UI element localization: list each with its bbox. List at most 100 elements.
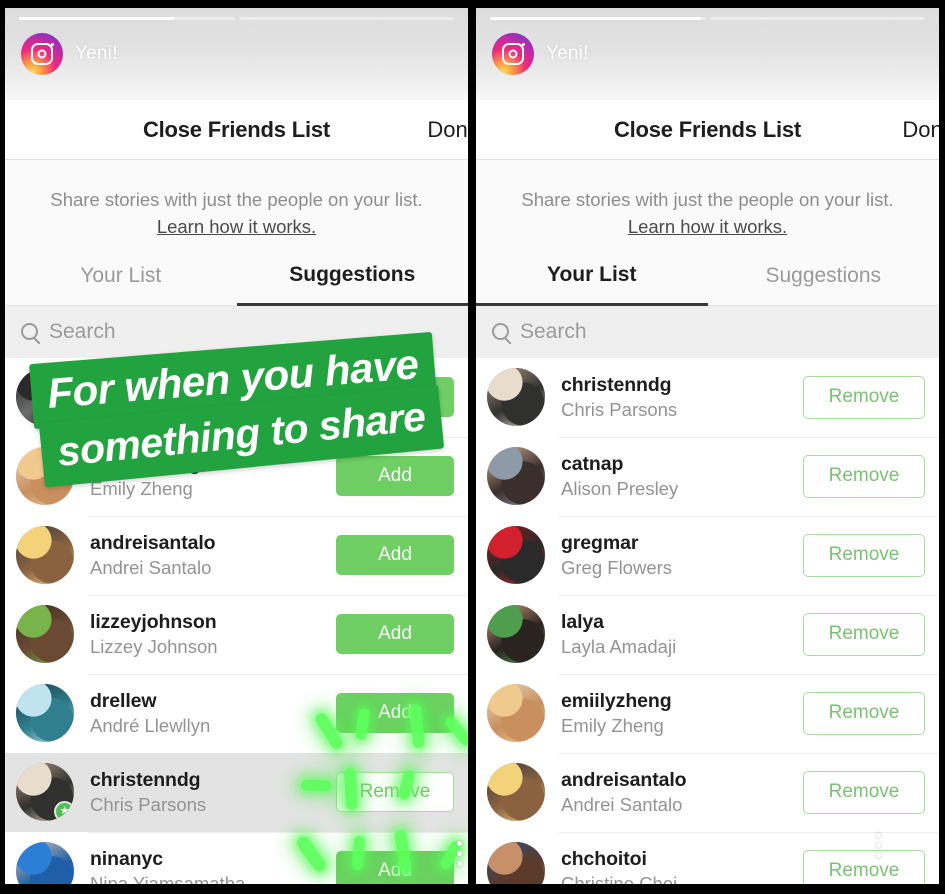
- avatar: [487, 684, 545, 743]
- fullname: Lizzey Johnson: [90, 635, 218, 657]
- learn-how-it-works-link[interactable]: Learn how it works.: [628, 216, 787, 238]
- fullname: Emily Zheng: [561, 714, 664, 736]
- fullname: Alison Presley: [561, 477, 679, 499]
- search-input[interactable]: Search: [520, 320, 587, 344]
- add-button[interactable]: Add: [336, 614, 454, 655]
- avatar: [487, 763, 545, 822]
- phone-panel-left: Yeni! Close Friends List Done Share stories…: [5, 8, 468, 888]
- remove-button[interactable]: Remove: [803, 375, 925, 419]
- story-header: Yeni!: [5, 8, 468, 100]
- remove-button[interactable]: Remove: [336, 772, 454, 813]
- tab-suggestions[interactable]: Suggestions: [707, 248, 939, 306]
- add-button[interactable]: Add: [336, 535, 454, 576]
- add-button[interactable]: Add: [336, 851, 454, 888]
- phone-panel-right: Yeni! Close Friends List Done Share stories…: [476, 8, 939, 888]
- story-progress-segment[interactable]: [238, 17, 454, 20]
- three-dot-vertical-menu-icon[interactable]: [876, 833, 881, 858]
- close-friends-star-badge-icon: ★: [54, 801, 74, 822]
- avatar: [16, 605, 74, 664]
- fullname: Andrei Santalo: [561, 793, 683, 815]
- info-description: Share stories with just the people on yo…: [50, 189, 423, 210]
- story-progress-segment[interactable]: [709, 17, 925, 20]
- brand-row: Yeni!: [476, 21, 939, 75]
- username: lalya: [561, 610, 604, 633]
- done-button[interactable]: Done: [902, 117, 939, 143]
- avatar: [16, 526, 74, 585]
- tab-your-list[interactable]: Your List: [5, 248, 237, 306]
- remove-button[interactable]: Remove: [803, 849, 925, 888]
- avatar: [16, 842, 74, 888]
- avatar: [487, 447, 545, 506]
- instagram-logo-icon[interactable]: [21, 33, 63, 75]
- list-item[interactable]: emiilyzheng Emily Zheng Remove: [476, 673, 939, 753]
- username: christenndg: [561, 373, 672, 396]
- list-item[interactable]: drellew André Llewllyn Add: [5, 673, 468, 753]
- fullname: André Llewllyn: [90, 714, 211, 736]
- tab-bar: Your List Suggestions: [476, 247, 939, 306]
- fullname: Layla Amadaji: [561, 635, 677, 657]
- list-item[interactable]: ninanyc Nina Yiamsamatha Add: [5, 831, 468, 888]
- list-item[interactable]: lizzeyjohnson Lizzey Johnson Add: [5, 594, 468, 674]
- avatar: [16, 684, 74, 743]
- avatar: ★: [16, 763, 74, 822]
- username: catnap: [561, 452, 624, 475]
- friends-list: Add emiilyzheng Emily Zheng Add andreisantal…: [5, 357, 468, 888]
- search-input[interactable]: Search: [49, 320, 116, 344]
- page-title: Close Friends List: [142, 116, 331, 142]
- remove-button[interactable]: Remove: [803, 454, 925, 498]
- list-item-names: emiilyzheng Emily Zheng: [74, 453, 336, 500]
- add-button[interactable]: Add: [336, 456, 454, 497]
- list-item[interactable]: ★ christenndg Chris Parsons Remove: [5, 752, 468, 832]
- list-item[interactable]: catnap Alison Presley Remove: [476, 436, 939, 516]
- list-item[interactable]: christenndg Chris Parsons Remove: [476, 357, 939, 437]
- tab-your-list[interactable]: Your List: [476, 248, 708, 306]
- story-header: Yeni!: [476, 8, 939, 100]
- story-progress-segment[interactable]: [19, 17, 235, 20]
- list-item[interactable]: gregmar Greg Flowers Remove: [476, 515, 939, 595]
- remove-button[interactable]: Remove: [803, 533, 925, 577]
- fullname: Chris Parsons: [90, 793, 207, 815]
- list-item[interactable]: Add: [5, 357, 468, 437]
- three-dot-vertical-menu-icon[interactable]: [457, 841, 462, 866]
- tab-bar: Your List Suggestions: [5, 247, 468, 306]
- learn-how-it-works-link[interactable]: Learn how it works.: [157, 216, 316, 238]
- avatar: [16, 368, 74, 427]
- username: christenndg: [90, 768, 201, 791]
- fullname: Emily Zheng: [90, 477, 193, 499]
- list-item-names: emiilyzheng Emily Zheng: [545, 690, 803, 737]
- list-item-names: catnap Alison Presley: [545, 453, 803, 500]
- story-progress-segment[interactable]: [490, 17, 706, 20]
- remove-button[interactable]: Remove: [803, 770, 925, 814]
- list-item[interactable]: andreisantalo Andrei Santalo Remove: [476, 752, 939, 832]
- list-item-names: christenndg Chris Parsons: [74, 769, 336, 816]
- list-item[interactable]: emiilyzheng Emily Zheng Add: [5, 436, 468, 516]
- add-button[interactable]: Add: [336, 693, 454, 734]
- search-bar[interactable]: Search: [5, 305, 468, 358]
- done-button[interactable]: Done: [427, 117, 468, 143]
- remove-button[interactable]: Remove: [803, 612, 925, 656]
- username: emiilyzheng: [561, 689, 672, 712]
- fullname: Greg Flowers: [561, 556, 673, 578]
- search-bar[interactable]: Search: [476, 305, 939, 358]
- list-item-names: chchoitoi Christine Choi: [545, 848, 803, 888]
- avatar: [487, 368, 545, 427]
- info-description: Share stories with just the people on yo…: [521, 189, 894, 210]
- list-item-names: [74, 396, 336, 398]
- avatar: [16, 447, 74, 506]
- add-button[interactable]: Add: [336, 377, 454, 418]
- remove-button[interactable]: Remove: [803, 691, 925, 735]
- instagram-logo-icon[interactable]: [492, 33, 534, 75]
- fullname: Andrei Santalo: [90, 556, 212, 578]
- brand-row: Yeni!: [5, 21, 468, 75]
- avatar: [487, 605, 545, 664]
- username: gregmar: [561, 531, 639, 554]
- list-item[interactable]: andreisantalo Andrei Santalo Add: [5, 515, 468, 595]
- list-item-names: ninanyc Nina Yiamsamatha: [74, 848, 336, 888]
- list-item[interactable]: chchoitoi Christine Choi Remove: [476, 831, 939, 888]
- story-author-label: Yeni!: [75, 43, 118, 64]
- info-block: Share stories with just the people on yo…: [5, 160, 468, 248]
- info-block: Share stories with just the people on yo…: [476, 160, 939, 248]
- list-item-names: gregmar Greg Flowers: [545, 532, 803, 579]
- list-item[interactable]: lalya Layla Amadaji Remove: [476, 594, 939, 674]
- tab-suggestions[interactable]: Suggestions: [236, 248, 468, 306]
